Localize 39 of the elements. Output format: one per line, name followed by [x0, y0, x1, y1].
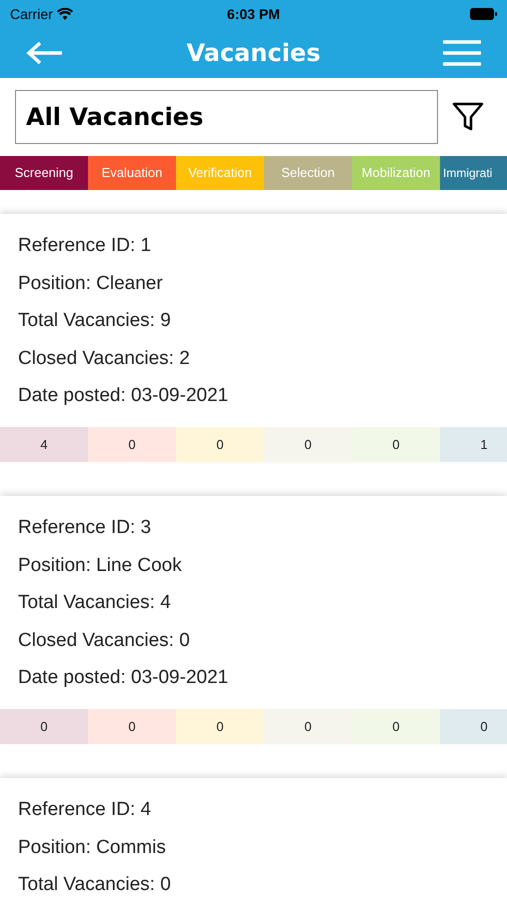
vacancy-detail: Total Vacancies: 9 — [18, 309, 172, 332]
stage-tab[interactable]: Screening — [0, 156, 88, 190]
vacancy-detail: Date posted: 03-09-2021 — [18, 666, 230, 689]
vacancy-card[interactable]: Reference ID: 4 Position: Commis Total Vacancies: 0 — [0, 778, 507, 900]
vacancy-detail: Reference ID: 3 — [18, 516, 152, 539]
stage-count: 0 — [88, 709, 176, 744]
stage-count: 0 — [352, 427, 440, 462]
stage-count: 0 — [88, 427, 176, 462]
stage-count: 1 — [440, 427, 507, 462]
wifi-icon — [56, 8, 73, 20]
stage-count: 0 — [176, 709, 264, 744]
battery-icon — [470, 8, 497, 20]
stage-count: 4 — [0, 427, 88, 462]
back-button[interactable] — [26, 40, 64, 66]
filter-field[interactable]: All Vacancies — [15, 90, 438, 144]
carrier-label: Carrier — [10, 4, 53, 24]
vacancy-detail: Position: Cleaner — [18, 272, 164, 294]
vacancy-detail: Reference ID: 1 — [18, 234, 152, 257]
vacancy-detail: Position: Line Cook — [18, 554, 183, 576]
vacancy-detail: Reference ID: 4 — [18, 798, 152, 821]
stage-count: 0 — [176, 427, 264, 462]
stage-count: 0 — [264, 709, 352, 744]
vacancy-detail: Total Vacancies: 4 — [18, 591, 172, 614]
stage-tab[interactable]: Immigrati — [440, 156, 507, 190]
filter-icon[interactable] — [452, 102, 484, 132]
vacancy-detail: Position: Commis — [18, 836, 167, 858]
clock-time: 6:03 PM — [227, 4, 280, 24]
vacancy-card[interactable]: Reference ID: 3 Position: Line Cook Total Vacancies: 4 Closed Vacancies: 0 Date posted: 03-09-2021 0 0 0 0 0 0 — [0, 496, 507, 744]
menu-button[interactable] — [442, 39, 481, 67]
stage-count: 0 — [0, 709, 88, 744]
vacancy-detail: Total Vacancies: 0 — [18, 873, 172, 896]
vacancy-detail: Closed Vacancies: 2 — [18, 346, 191, 370]
stage-count: 0 — [352, 709, 440, 744]
vacancy-card[interactable]: Reference ID: 1 Position: Cleaner Total Vacancies: 9 Closed Vacancies: 2 Date posted: 03-09-2021 4 0 0 0 0 1 — [0, 214, 507, 462]
vacancy-detail: Closed Vacancies: 0 — [18, 628, 191, 652]
vacancy-detail: Date posted: 03-09-2021 — [18, 384, 230, 407]
page-title: Vacancies — [186, 38, 320, 69]
stage-count: 0 — [440, 709, 507, 744]
stage-count: 0 — [264, 427, 352, 462]
